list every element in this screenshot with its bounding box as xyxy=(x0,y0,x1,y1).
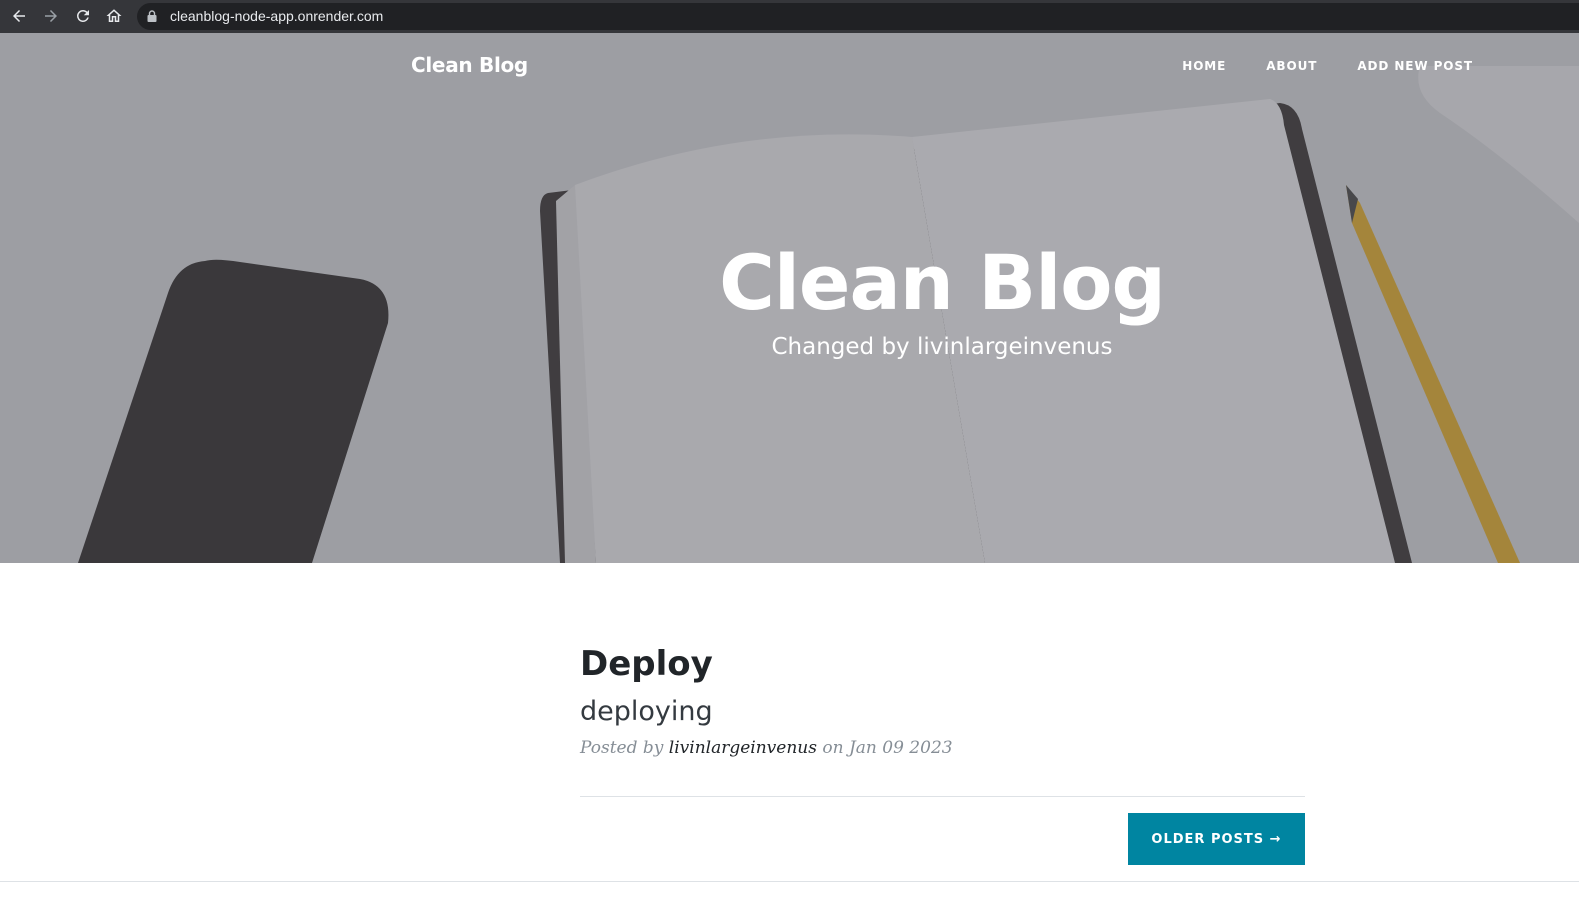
main-nav: HOME ABOUT ADD NEW POST xyxy=(1182,59,1473,73)
site-heading: Clean Blog Changed by livinlargeinvenus xyxy=(612,238,1272,360)
post-meta-on: on xyxy=(822,738,844,758)
navbar-brand[interactable]: Clean Blog xyxy=(411,53,528,77)
home-button[interactable] xyxy=(99,1,129,31)
browser-toolbar: cleanblog-node-app.onrender.com xyxy=(0,0,1579,33)
forward-button[interactable] xyxy=(36,1,66,31)
post-divider xyxy=(580,796,1305,797)
post-date: Jan 09 2023 xyxy=(848,738,953,758)
reload-icon xyxy=(76,9,89,22)
footer-divider xyxy=(0,881,1579,882)
nav-link-home[interactable]: HOME xyxy=(1182,59,1226,73)
nav-link-about[interactable]: ABOUT xyxy=(1266,59,1317,73)
post-title[interactable]: Deploy xyxy=(580,640,1305,688)
arrow-left-icon xyxy=(13,10,25,22)
masthead: Clean Blog HOME ABOUT ADD NEW POST Clean… xyxy=(0,33,1579,563)
post-meta-prefix: Posted by xyxy=(580,738,664,758)
post-meta: Posted by livinlargeinvenus on Jan 09 20… xyxy=(580,738,1305,758)
post-preview[interactable]: Deploy deploying Posted by livinlargeinv… xyxy=(580,640,1305,758)
url-text: cleanblog-node-app.onrender.com xyxy=(170,8,384,24)
home-icon xyxy=(106,9,122,22)
post-author[interactable]: livinlargeinvenus xyxy=(669,738,817,758)
post-subtitle[interactable]: deploying xyxy=(580,688,1305,736)
lock-icon xyxy=(147,10,157,22)
reload-button[interactable] xyxy=(68,1,98,31)
back-button[interactable] xyxy=(4,1,34,31)
site-title: Clean Blog xyxy=(719,238,1166,327)
older-posts-button[interactable]: OLDER POSTS → xyxy=(1128,813,1305,865)
address-bar[interactable]: cleanblog-node-app.onrender.com xyxy=(137,3,1579,30)
site-subtitle: Changed by livinlargeinvenus xyxy=(771,334,1113,360)
nav-link-add-new-post[interactable]: ADD NEW POST xyxy=(1357,59,1473,73)
arrow-right-icon xyxy=(45,10,57,22)
